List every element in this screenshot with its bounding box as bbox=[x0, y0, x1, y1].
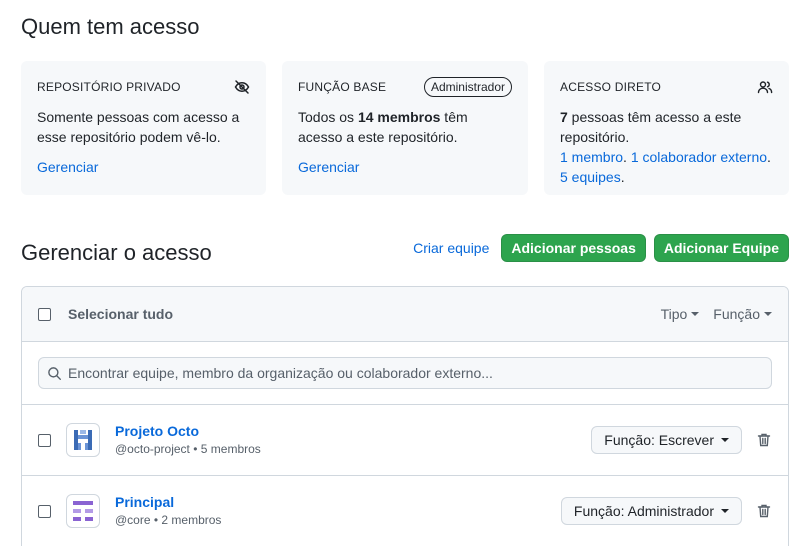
table-row: Principal @core • 2 membros Função: Admi… bbox=[22, 476, 788, 546]
direct-access-card: ACESSO DIRETO 7 pessoas têm acesso a est… bbox=[544, 61, 789, 195]
chevron-down-icon bbox=[764, 312, 772, 316]
private-repo-text: Somente pessoas com acesso a esse reposi… bbox=[37, 109, 240, 145]
table-header: Selecionar tudo Tipo Função bbox=[22, 287, 788, 342]
table-row: Projeto Octo @octo-project • 5 membros F… bbox=[22, 405, 788, 476]
team-meta: @core • 2 membros bbox=[115, 513, 222, 527]
search-box bbox=[38, 357, 772, 389]
create-team-button[interactable]: Criar equipe bbox=[409, 240, 493, 256]
select-all-label: Selecionar tudo bbox=[68, 306, 174, 322]
chevron-down-icon bbox=[691, 312, 700, 316]
direct-access-label: ACESSO DIRETO bbox=[560, 80, 662, 94]
private-repo-card: REPOSITÓRIO PRIVADO Somente pessoas com … bbox=[21, 61, 266, 195]
base-role-card: FUNÇÃO BASE Administrador Todos os 14 me… bbox=[282, 61, 528, 195]
direct-access-links: 1 membro. 1 colaborador externo. 5 equip… bbox=[560, 149, 771, 185]
type-filter[interactable]: Tipo bbox=[661, 306, 700, 322]
filters: Tipo Função bbox=[661, 306, 772, 322]
access-table: Selecionar tudo Tipo Função Encontrar eq… bbox=[21, 286, 789, 546]
manage-base-role-link[interactable]: Gerenciar bbox=[298, 159, 359, 175]
collaborators-link[interactable]: 1 colaborador externo bbox=[631, 149, 767, 165]
base-role-badge: Administrador bbox=[423, 77, 512, 97]
base-role-label: FUNÇÃO BASE bbox=[298, 80, 387, 94]
base-role-text: Todos os 14 membros têm acesso a este re… bbox=[298, 109, 468, 145]
search-icon bbox=[47, 366, 62, 381]
row-checkbox[interactable] bbox=[38, 433, 51, 447]
trash-icon[interactable] bbox=[756, 432, 772, 448]
people-icon bbox=[757, 79, 773, 95]
role-dropdown[interactable]: Função: Escrever bbox=[591, 426, 742, 454]
search-input[interactable] bbox=[68, 365, 763, 381]
page: Quem tem acesso REPOSITÓRIO PRIVADO Some… bbox=[0, 0, 811, 546]
select-all-checkbox[interactable] bbox=[38, 307, 51, 321]
chevron-down-icon bbox=[721, 438, 729, 442]
team-avatar-octo bbox=[66, 423, 100, 457]
team-name-link[interactable]: Projeto Octo bbox=[115, 422, 261, 440]
manage-actions: Criar equipe Adicionar pessoas Adicionar… bbox=[409, 234, 789, 262]
team-avatar-core bbox=[66, 494, 100, 528]
trash-icon[interactable] bbox=[756, 503, 772, 519]
members-link[interactable]: 1 membro bbox=[560, 149, 623, 165]
role-dropdown[interactable]: Função: Administrador bbox=[560, 497, 742, 525]
private-repo-label: REPOSITÓRIO PRIVADO bbox=[37, 80, 181, 94]
direct-access-text: 7 pessoas têm acesso a este repositório. bbox=[560, 109, 742, 145]
search-row bbox=[22, 342, 788, 405]
add-people-button[interactable]: Adicionar pessoas bbox=[501, 234, 646, 262]
eye-closed-icon bbox=[234, 79, 250, 95]
manage-access-title: Gerenciar o acesso bbox=[21, 240, 212, 265]
team-meta: @octo-project • 5 membros bbox=[115, 442, 261, 456]
chevron-down-icon bbox=[721, 509, 729, 513]
row-checkbox[interactable] bbox=[38, 504, 51, 518]
add-team-button[interactable]: Adicionar Equipe bbox=[653, 234, 789, 262]
role-filter[interactable]: Função bbox=[713, 306, 772, 322]
teams-link[interactable]: 5 equipes bbox=[560, 169, 621, 185]
manage-visibility-link[interactable]: Gerenciar bbox=[37, 159, 98, 175]
who-has-access-title: Quem tem acesso bbox=[21, 14, 200, 39]
team-name-link[interactable]: Principal bbox=[115, 493, 221, 511]
